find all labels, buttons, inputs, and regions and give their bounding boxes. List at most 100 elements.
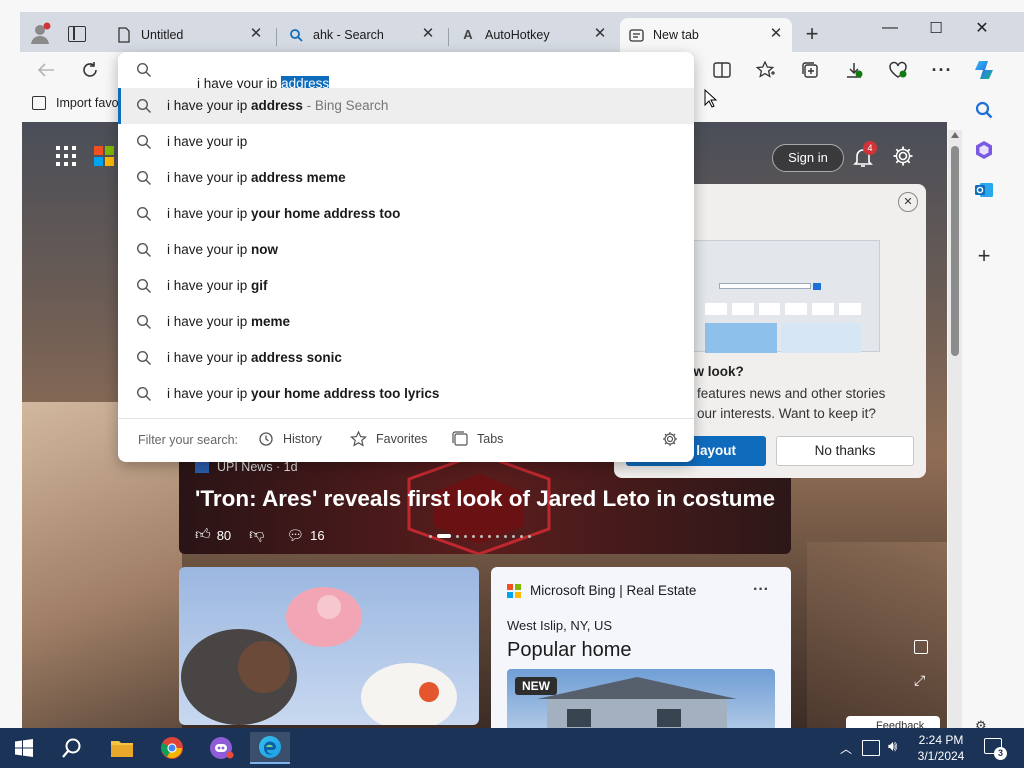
suggestion-item[interactable]: i have your ip gif <box>118 268 694 304</box>
popup-body-line1: features news and other stories <box>697 386 886 401</box>
close-tab-icon[interactable]: ✕ <box>768 26 784 42</box>
tab-ahk-search[interactable]: ahk - Search ✕ <box>280 20 444 49</box>
import-favorites-label: Import favo <box>56 96 119 110</box>
downloads-icon[interactable] <box>840 56 868 84</box>
maximize-button[interactable]: ☐ <box>913 14 959 42</box>
expand-icon[interactable]: ⤢ <box>914 672 925 689</box>
minimize-button[interactable]: — <box>867 14 913 42</box>
tab-actions-icon[interactable] <box>68 26 86 42</box>
filter-label: Filter your search: <box>138 433 239 447</box>
suggestion-item[interactable]: i have your ip now <box>118 232 694 268</box>
feedback-button[interactable]: Feedback <box>846 716 940 728</box>
page-settings-gear-icon[interactable] <box>892 145 914 167</box>
search-icon <box>136 170 151 185</box>
file-explorer-icon[interactable] <box>102 732 142 764</box>
suggestion-item[interactable]: i have your ip address sonic <box>118 340 694 376</box>
suggestion-prefix: i have your ip <box>167 134 248 149</box>
real-estate-card[interactable]: Microsoft Bing | Real Estate ··· West Is… <box>491 567 791 728</box>
browser-essentials-icon[interactable] <box>884 56 912 84</box>
scroll-up-arrow-icon[interactable] <box>951 132 959 138</box>
favorites-star-icon[interactable] <box>752 56 780 84</box>
like-icon[interactable]: 👍︎ <box>195 526 211 544</box>
tab-title: AutoHotkey <box>485 27 550 42</box>
suggestion-prefix: i have your ip <box>167 386 252 401</box>
apps-launcher-icon[interactable] <box>56 146 76 166</box>
suggestion-item[interactable]: i have your ip your home address too lyr… <box>118 376 694 412</box>
tab-divider <box>448 28 449 46</box>
search-icon <box>136 62 151 77</box>
edge-taskbar-icon[interactable] <box>250 732 290 764</box>
suggestion-item[interactable]: i have your ip your home address too <box>118 196 694 232</box>
discord-like-app-icon[interactable] <box>202 732 242 764</box>
microsoft-logo <box>507 583 521 598</box>
page-scrollbar[interactable] <box>948 130 962 728</box>
search-icon[interactable] <box>972 98 996 122</box>
filter-history-button[interactable]: History <box>258 431 322 447</box>
more-options-icon[interactable]: ··· <box>928 56 956 84</box>
image-info-icon[interactable] <box>914 640 928 654</box>
split-screen-icon[interactable] <box>708 56 736 84</box>
suggestion-item[interactable]: i have your ip address - Bing Search <box>118 88 694 124</box>
popup-question: ew look? <box>686 364 744 379</box>
microsoft365-icon[interactable] <box>972 138 996 162</box>
search-filter-bar: Filter your search: History Favorites Ta… <box>118 418 694 462</box>
dislike-icon[interactable]: 👎︎ <box>249 526 264 544</box>
suggestion-item[interactable]: i have your ip meme <box>118 304 694 340</box>
browser-window: Untitled ✕ ahk - Search ✕ A AutoHotkey ✕… <box>0 0 1024 728</box>
windows-taskbar: ︿ 🔊︎ 2:24 PM 3/1/2024 3 <box>0 728 1024 768</box>
suggestion-completion: your home address too lyrics <box>251 386 440 401</box>
comment-count: 16 <box>310 527 325 543</box>
tab-new-tab[interactable]: New tab ✕ <box>620 18 792 52</box>
scrollbar-thumb[interactable] <box>951 146 959 356</box>
tab-autohotkey[interactable]: A AutoHotkey ✕ <box>452 20 616 49</box>
windows-start-icon[interactable] <box>4 732 44 764</box>
import-favorites-link[interactable]: Import favo <box>32 96 119 110</box>
new-tab-plus-icon[interactable]: + <box>800 23 824 46</box>
feedback-gear-icon[interactable]: ⚙ <box>975 718 987 728</box>
refresh-icon[interactable] <box>76 56 104 84</box>
filter-favorites-label: Favorites <box>376 432 428 446</box>
mouse-cursor-icon <box>704 89 718 108</box>
filter-favorites-button[interactable]: Favorites <box>350 431 427 447</box>
copilot-icon[interactable] <box>970 56 998 84</box>
notifications-bell-icon[interactable]: 4 <box>852 141 877 168</box>
add-sidebar-app-icon[interactable]: + <box>972 243 996 268</box>
close-tab-icon[interactable]: ✕ <box>420 26 436 42</box>
sign-in-button[interactable]: Sign in <box>772 144 844 172</box>
close-tab-icon[interactable]: ✕ <box>248 26 264 42</box>
close-window-button[interactable]: ✕ <box>959 14 1005 42</box>
collections-icon[interactable] <box>796 56 824 84</box>
filter-tabs-button[interactable]: Tabs <box>452 431 503 447</box>
suggestion-item[interactable]: i have your ip address meme <box>118 160 694 196</box>
address-bar[interactable]: i have your ip address <box>118 52 694 91</box>
chrome-icon[interactable] <box>152 732 192 764</box>
filter-settings-gear-icon[interactable] <box>662 431 678 447</box>
back-arrow-icon[interactable] <box>32 56 60 84</box>
close-tab-icon[interactable]: ✕ <box>592 26 608 42</box>
layout-preview-image <box>684 240 880 353</box>
headline-title[interactable]: 'Tron: Ares' reveals first look of Jared… <box>195 486 785 512</box>
outlook-icon[interactable] <box>972 178 996 202</box>
suggestion-completion: your home address too <box>251 206 401 221</box>
pokemon-balloon-card[interactable] <box>179 567 479 725</box>
star-icon <box>350 431 367 447</box>
comment-icon[interactable]: 💬︎ <box>286 527 304 544</box>
card-more-icon[interactable]: ··· <box>753 581 769 599</box>
card-title[interactable]: Popular home <box>507 639 632 662</box>
volume-icon[interactable]: 🔊︎ <box>888 738 897 755</box>
notification-center-icon[interactable]: 3 <box>984 738 1007 760</box>
taskbar-search-icon[interactable] <box>52 732 92 764</box>
search-icon <box>136 98 151 113</box>
no-thanks-button[interactable]: No thanks <box>776 436 914 466</box>
profile-avatar[interactable] <box>28 22 52 46</box>
suggestion-item[interactable]: i have your ip <box>118 124 694 160</box>
tab-untitled[interactable]: Untitled ✕ <box>108 20 272 49</box>
clock-time: 2:24 PM <box>918 733 964 747</box>
network-icon[interactable] <box>862 740 880 756</box>
tab-divider <box>276 28 277 46</box>
taskbar-clock[interactable]: 2:24 PM 3/1/2024 <box>912 732 970 764</box>
carousel-dots[interactable] <box>429 534 531 538</box>
search-icon <box>136 314 151 329</box>
tray-chevron-icon[interactable]: ︿ <box>840 740 852 757</box>
popup-close-icon[interactable]: ✕ <box>898 192 918 212</box>
